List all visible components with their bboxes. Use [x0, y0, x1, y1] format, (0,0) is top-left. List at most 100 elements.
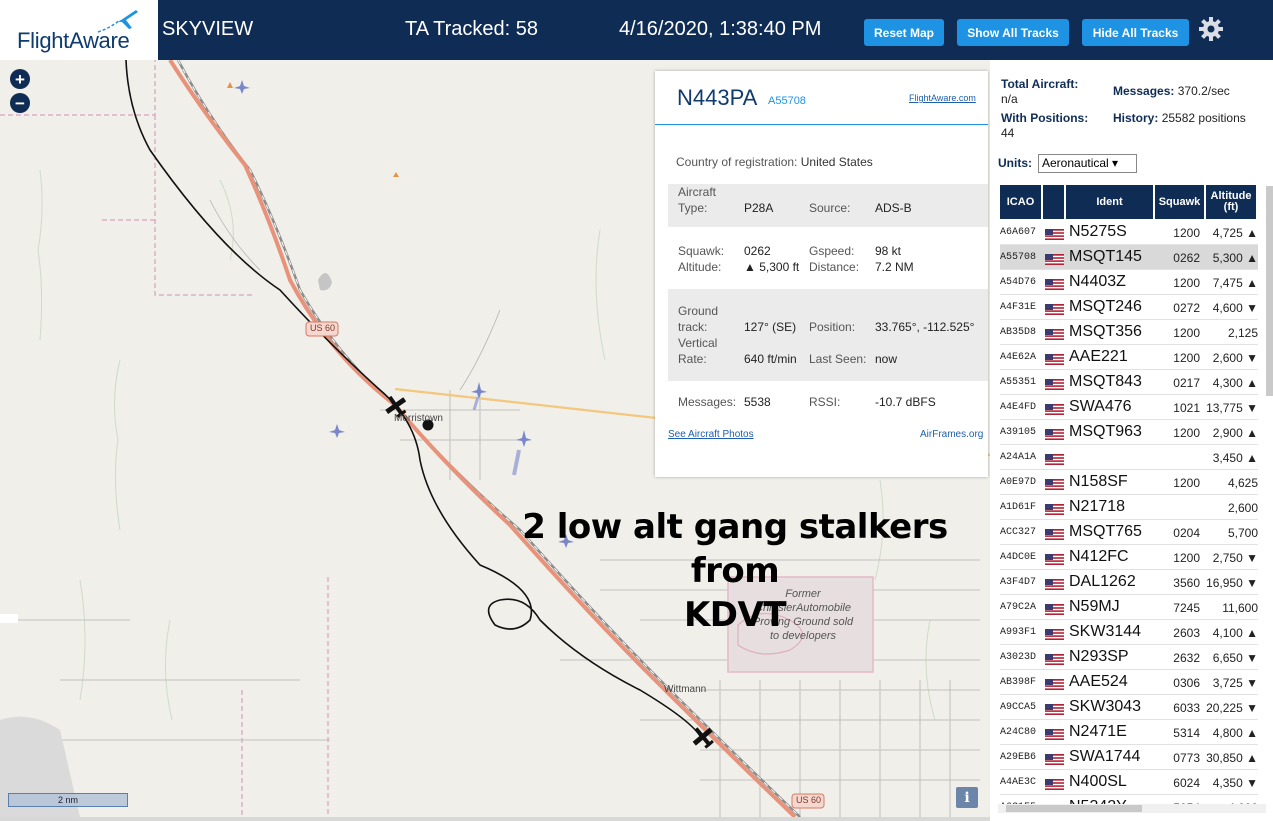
source-label: Source: [809, 201, 851, 215]
table-row[interactable]: A55708 MSQT145 0262 5,300 ▲ [1000, 245, 1258, 270]
table-row[interactable]: A24A1A 3,450 ▲ [1000, 445, 1258, 470]
row-icao: A54D76 [1000, 277, 1037, 288]
zoom-out-button[interactable]: − [10, 93, 30, 113]
table-row[interactable]: A993F1 SKW3144 2603 4,100 ▲ [1000, 620, 1258, 645]
col-header-ident[interactable]: Ident [1066, 185, 1153, 219]
gspeed-value: 98 kt [875, 244, 902, 258]
table-row[interactable]: A79C2A N59MJ 7245 11,600 [1000, 595, 1258, 620]
col-header-icao[interactable]: ICAO [1000, 185, 1041, 219]
flightaware-logo[interactable]: FlightAware [0, 0, 158, 60]
us-flag-icon [1045, 727, 1064, 740]
table-row[interactable]: A54D76 N4403Z 1200 7,475 ▲ [1000, 270, 1258, 295]
us-flag-icon [1045, 477, 1064, 490]
row-ident: AAE221 [1069, 348, 1128, 365]
info-icon[interactable]: i [956, 787, 978, 808]
units-select[interactable]: Aeronautical ▾ [1038, 154, 1137, 173]
aircraft-type-label: Aircraft Type: [678, 185, 717, 215]
reset-map-button[interactable]: Reset Map [864, 19, 944, 46]
table-row[interactable]: A6A607 N5275S 1200 4,725 ▲ [1000, 220, 1258, 245]
table-row[interactable]: AB35D8 MSQT356 1200 2,125 [1000, 320, 1258, 345]
row-squawk: 0272 [1173, 301, 1200, 315]
row-squawk: 6024 [1173, 776, 1200, 790]
squawk-label: Squawk: [678, 244, 725, 258]
table-row[interactable]: A4E4FD SWA476 1021 13,775 ▼ [1000, 395, 1258, 420]
skyview-app: FlightAware SKYVIEW TA Tracked: 58 4/16/… [0, 0, 1273, 821]
town-label-wittmann: Wittmann [664, 684, 707, 695]
messages-stat: Messages: 370.2/sec [1113, 84, 1263, 99]
col-header-squawk[interactable]: Squawk [1155, 185, 1204, 219]
us-flag-icon [1045, 402, 1064, 415]
table-vertical-scrollbar[interactable] [1266, 186, 1273, 396]
us-flag-icon [1045, 427, 1064, 440]
row-altitude: 2,600 [1227, 501, 1258, 515]
row-squawk: 0217 [1173, 376, 1200, 390]
table-row[interactable]: A29EB6 SWA1744 0773 30,850 ▲ [1000, 745, 1258, 770]
source-value: ADS-B [875, 201, 912, 215]
row-icao: A3F4D7 [1000, 577, 1037, 588]
row-squawk: 1200 [1173, 326, 1200, 340]
table-row[interactable]: A0E97D N158SF 1200 4,625 [1000, 470, 1258, 495]
row-ident: MSQT246 [1069, 298, 1142, 315]
us-flag-icon [1045, 702, 1064, 715]
app-name: SKYVIEW [162, 18, 254, 40]
us-flag-icon [1045, 227, 1064, 240]
row-altitude: 2,750 ▼ [1212, 551, 1258, 565]
country-value: United States [800, 155, 873, 169]
table-row[interactable]: A4F31E MSQT246 0272 4,600 ▼ [1000, 295, 1258, 320]
row-altitude: 16,950 ▼ [1206, 576, 1258, 590]
table-row[interactable]: A3F4D7 DAL1262 3560 16,950 ▼ [1000, 570, 1258, 595]
zoom-in-button[interactable]: + [10, 69, 30, 89]
us-flag-icon [1045, 527, 1064, 540]
us-flag-icon [1045, 677, 1064, 690]
annotation-line-2: KDVT [683, 595, 787, 635]
flightaware-link[interactable]: FlightAware.com [909, 93, 976, 103]
type-source-block: Aircraft Type: P28A Source: ADS-B [668, 184, 988, 227]
popup-hex-link[interactable]: A55708 [768, 95, 806, 107]
table-row[interactable]: A4E62A AAE221 1200 2,600 ▼ [1000, 345, 1258, 370]
table-row[interactable]: A4DC0E N412FC 1200 2,750 ▼ [1000, 545, 1258, 570]
table-row[interactable]: A4AE3C N400SL 6024 4,350 ▼ [1000, 770, 1258, 795]
messages-label: Messages: [678, 395, 737, 409]
history-value: 25582 positions [1161, 111, 1246, 125]
row-ident: N158SF [1069, 473, 1128, 490]
track-block: Ground track: 127° (SE) Position: 33.765… [668, 289, 988, 381]
position-value: 33.765°, -112.525° [875, 320, 975, 334]
aircraft-detail-popup: N443PA A55708 FlightAware.com Country of… [655, 71, 988, 477]
messages-rate-label: Messages: [1113, 84, 1175, 98]
row-icao: A24C80 [1000, 727, 1037, 738]
units-label: Units: [998, 156, 1032, 170]
row-altitude: 3,725 ▼ [1212, 676, 1258, 690]
row-ident: N293SP [1069, 648, 1129, 665]
table-row[interactable]: A55351 MSQT843 0217 4,300 ▲ [1000, 370, 1258, 395]
row-squawk: 0773 [1173, 751, 1200, 765]
rssi-value: -10.7 dBFS [875, 395, 936, 409]
table-row[interactable]: ACC327 MSQT765 0204 5,700 [1000, 520, 1258, 545]
hide-all-tracks-button[interactable]: Hide All Tracks [1082, 19, 1189, 46]
col-header-altitude[interactable]: Altitude (ft) [1206, 185, 1256, 219]
row-altitude: 7,475 ▲ [1212, 276, 1258, 290]
row-ident: MSQT765 [1069, 523, 1142, 540]
top-header: FlightAware SKYVIEW TA Tracked: 58 4/16/… [0, 0, 1273, 60]
gear-icon[interactable] [1198, 16, 1224, 42]
show-all-tracks-button[interactable]: Show All Tracks [957, 19, 1069, 46]
aircraft-photos-link[interactable]: See Aircraft Photos [668, 429, 754, 440]
col-header-flag[interactable] [1043, 185, 1064, 219]
row-squawk: 0262 [1173, 251, 1200, 265]
distance-label: Distance: [809, 260, 860, 274]
airframes-link[interactable]: AirFrames.org [920, 429, 983, 440]
table-row[interactable]: A24C80 N2471E 5314 4,800 ▲ [1000, 720, 1258, 745]
aircraft-table-body: A6A607 N5275S 1200 4,725 ▲ A55708 MSQT145 0262… [1000, 220, 1258, 806]
aircraft-type-value: P28A [744, 201, 774, 215]
row-ident: DAL1262 [1069, 573, 1136, 590]
table-row[interactable]: A1D61F N21718 2,600 [1000, 495, 1258, 520]
row-icao: A4F31E [1000, 302, 1037, 313]
table-row[interactable]: A9CCA5 SKW3043 6033 20,225 ▼ [1000, 695, 1258, 720]
row-ident: MSQT963 [1069, 423, 1142, 440]
table-horizontal-scroll-thumb[interactable] [1006, 805, 1142, 812]
table-row[interactable]: A39105 MSQT963 1200 2,900 ▲ [1000, 420, 1258, 445]
row-squawk: 1200 [1173, 551, 1200, 565]
table-row[interactable]: AB398F AAE524 0306 3,725 ▼ [1000, 670, 1258, 695]
row-icao: A24A1A [1000, 452, 1037, 463]
table-row[interactable]: A3023D N293SP 2632 6,650 ▼ [1000, 645, 1258, 670]
row-ident: N59MJ [1069, 598, 1120, 615]
